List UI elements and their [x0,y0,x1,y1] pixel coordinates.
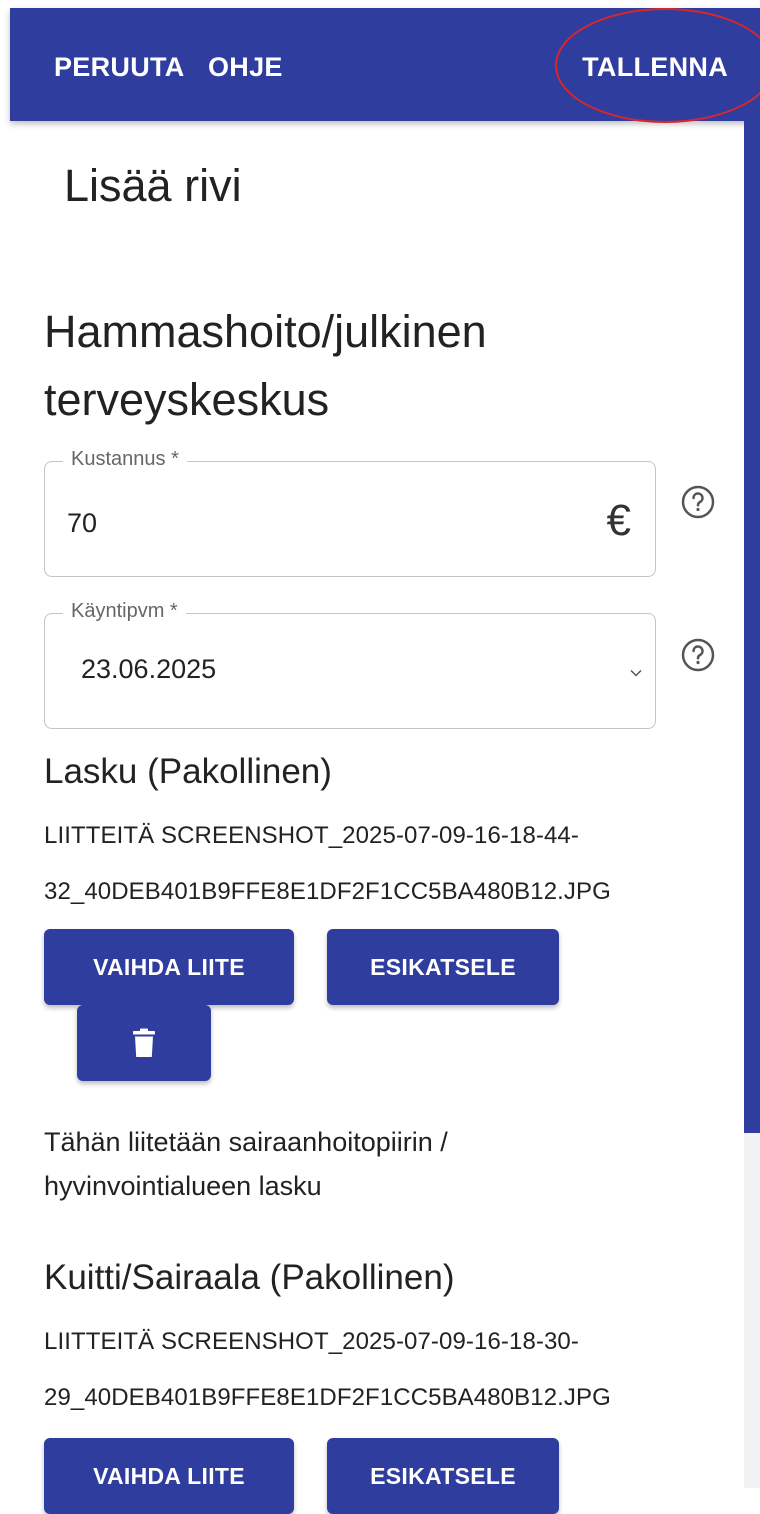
visit-date-select[interactable]: 23.06.2025 [81,654,216,685]
page-title: Lisää rivi [64,160,242,211]
invoice-change-attachment-button[interactable]: VAIHDA LIITE [44,929,294,1005]
cancel-button[interactable]: PERUUTA [54,52,185,83]
receipt-heading: Kuitti/Sairaala (Pakollinen) [44,1258,455,1297]
trash-icon [133,1028,155,1057]
cost-input[interactable]: 70 [67,508,97,539]
receipt-preview-button[interactable]: ESIKATSELE [327,1438,559,1514]
app-bar: PERUUTA OHJE TALLENNA [10,8,760,121]
receipt-filename-line1: LIITTEITÄ SCREENSHOT_2025-07-09-16-18-30… [44,1328,579,1355]
invoice-filename-line1: LIITTEITÄ SCREENSHOT_2025-07-09-16-18-44… [44,822,579,849]
save-button[interactable]: TALLENNA [582,52,728,83]
invoice-description-line2: hyvinvointialueen lasku [44,1171,322,1201]
visit-date-field[interactable]: Käyntipvm * 23.06.2025 [44,600,656,729]
invoice-delete-button[interactable] [77,1005,211,1081]
invoice-preview-button[interactable]: ESIKATSELE [327,929,559,1005]
scrollbar-thumb[interactable] [744,121,760,1133]
receipt-filename-line2: 29_40DEB401B9FFE8E1DF2F1CC5BA480B12.JPG [44,1384,611,1411]
invoice-description-line1: Tähän liitetään sairaanhoitopiirin / [44,1127,448,1157]
cost-field[interactable]: Kustannus * 70 € [44,448,656,577]
cost-field-label: Kustannus * [63,448,187,471]
receipt-change-attachment-button[interactable]: VAIHDA LIITE [44,1438,294,1514]
help-circle-icon[interactable] [680,637,716,673]
help-circle-icon[interactable] [680,484,716,520]
invoice-filename-line2: 32_40DEB401B9FFE8E1DF2F1CC5BA480B12.JPG [44,878,611,905]
chevron-down-icon[interactable] [629,666,643,680]
visit-date-field-label: Käyntipvm * [63,600,186,623]
section-title: Hammashoito/julkinen terveyskeskus [44,306,487,425]
euro-icon: € [606,496,631,545]
invoice-heading: Lasku (Pakollinen) [44,752,332,791]
help-button[interactable]: OHJE [208,52,283,83]
